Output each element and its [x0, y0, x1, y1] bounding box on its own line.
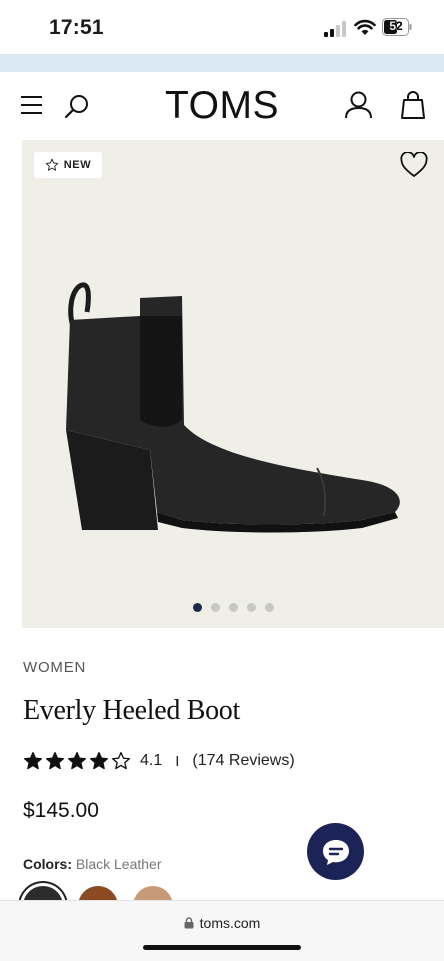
- colors-label: Colors:: [23, 856, 72, 872]
- url-text: toms.com: [199, 915, 261, 931]
- color-selection: Colors: Black Leather: [23, 856, 162, 872]
- carousel-dot[interactable]: [246, 603, 256, 612]
- url-display[interactable]: toms.com: [0, 915, 444, 931]
- selected-color: Black Leather: [75, 856, 162, 872]
- chat-button[interactable]: [307, 823, 364, 880]
- shopping-bag-icon[interactable]: [401, 91, 425, 119]
- lock-icon: [184, 917, 194, 929]
- product-rating[interactable]: 4.1 I (174 Reviews): [23, 748, 295, 774]
- reviews-link[interactable]: (174 Reviews): [192, 752, 294, 770]
- star-filled-icon: [46, 752, 64, 770]
- star-filled-icon: [24, 752, 42, 770]
- star-outline-icon: [45, 158, 59, 171]
- rating-stars: [23, 751, 131, 771]
- battery-level: 52: [389, 19, 403, 33]
- product-image-gallery[interactable]: NEW: [22, 140, 444, 628]
- site-header: TOMS: [0, 72, 444, 138]
- wishlist-heart-icon[interactable]: [400, 152, 428, 178]
- carousel-dot[interactable]: [228, 603, 238, 612]
- rating-separator: I: [175, 752, 180, 770]
- carousel-dots: [22, 603, 444, 612]
- star-outline-icon: [112, 752, 130, 770]
- browser-url-bar[interactable]: toms.com: [0, 900, 444, 961]
- chat-bubble-icon: [322, 839, 349, 865]
- rating-value: 4.1: [140, 752, 163, 769]
- toms-logo[interactable]: TOMS: [0, 84, 444, 128]
- new-badge: NEW: [34, 152, 102, 178]
- star-filled-icon: [68, 752, 87, 770]
- product-title: Everly Heeled Boot: [23, 695, 240, 726]
- star-filled-icon: [90, 752, 109, 770]
- badge-label: NEW: [63, 159, 92, 171]
- carousel-dot[interactable]: [264, 603, 274, 612]
- product-image-boot: [66, 282, 400, 533]
- wifi-icon: [354, 19, 376, 35]
- product-price: $145.00: [23, 799, 99, 822]
- product-category: WOMEN: [23, 659, 87, 676]
- home-indicator: [143, 945, 301, 950]
- status-bar: 17:51 52: [0, 0, 444, 54]
- promo-banner[interactable]: [0, 54, 444, 72]
- status-time: 17:51: [49, 16, 104, 39]
- cellular-signal-icon: [324, 21, 346, 37]
- carousel-dot[interactable]: [210, 603, 220, 612]
- account-icon[interactable]: [345, 91, 372, 119]
- carousel-dot[interactable]: [192, 603, 202, 612]
- battery-icon: 52: [382, 18, 412, 36]
